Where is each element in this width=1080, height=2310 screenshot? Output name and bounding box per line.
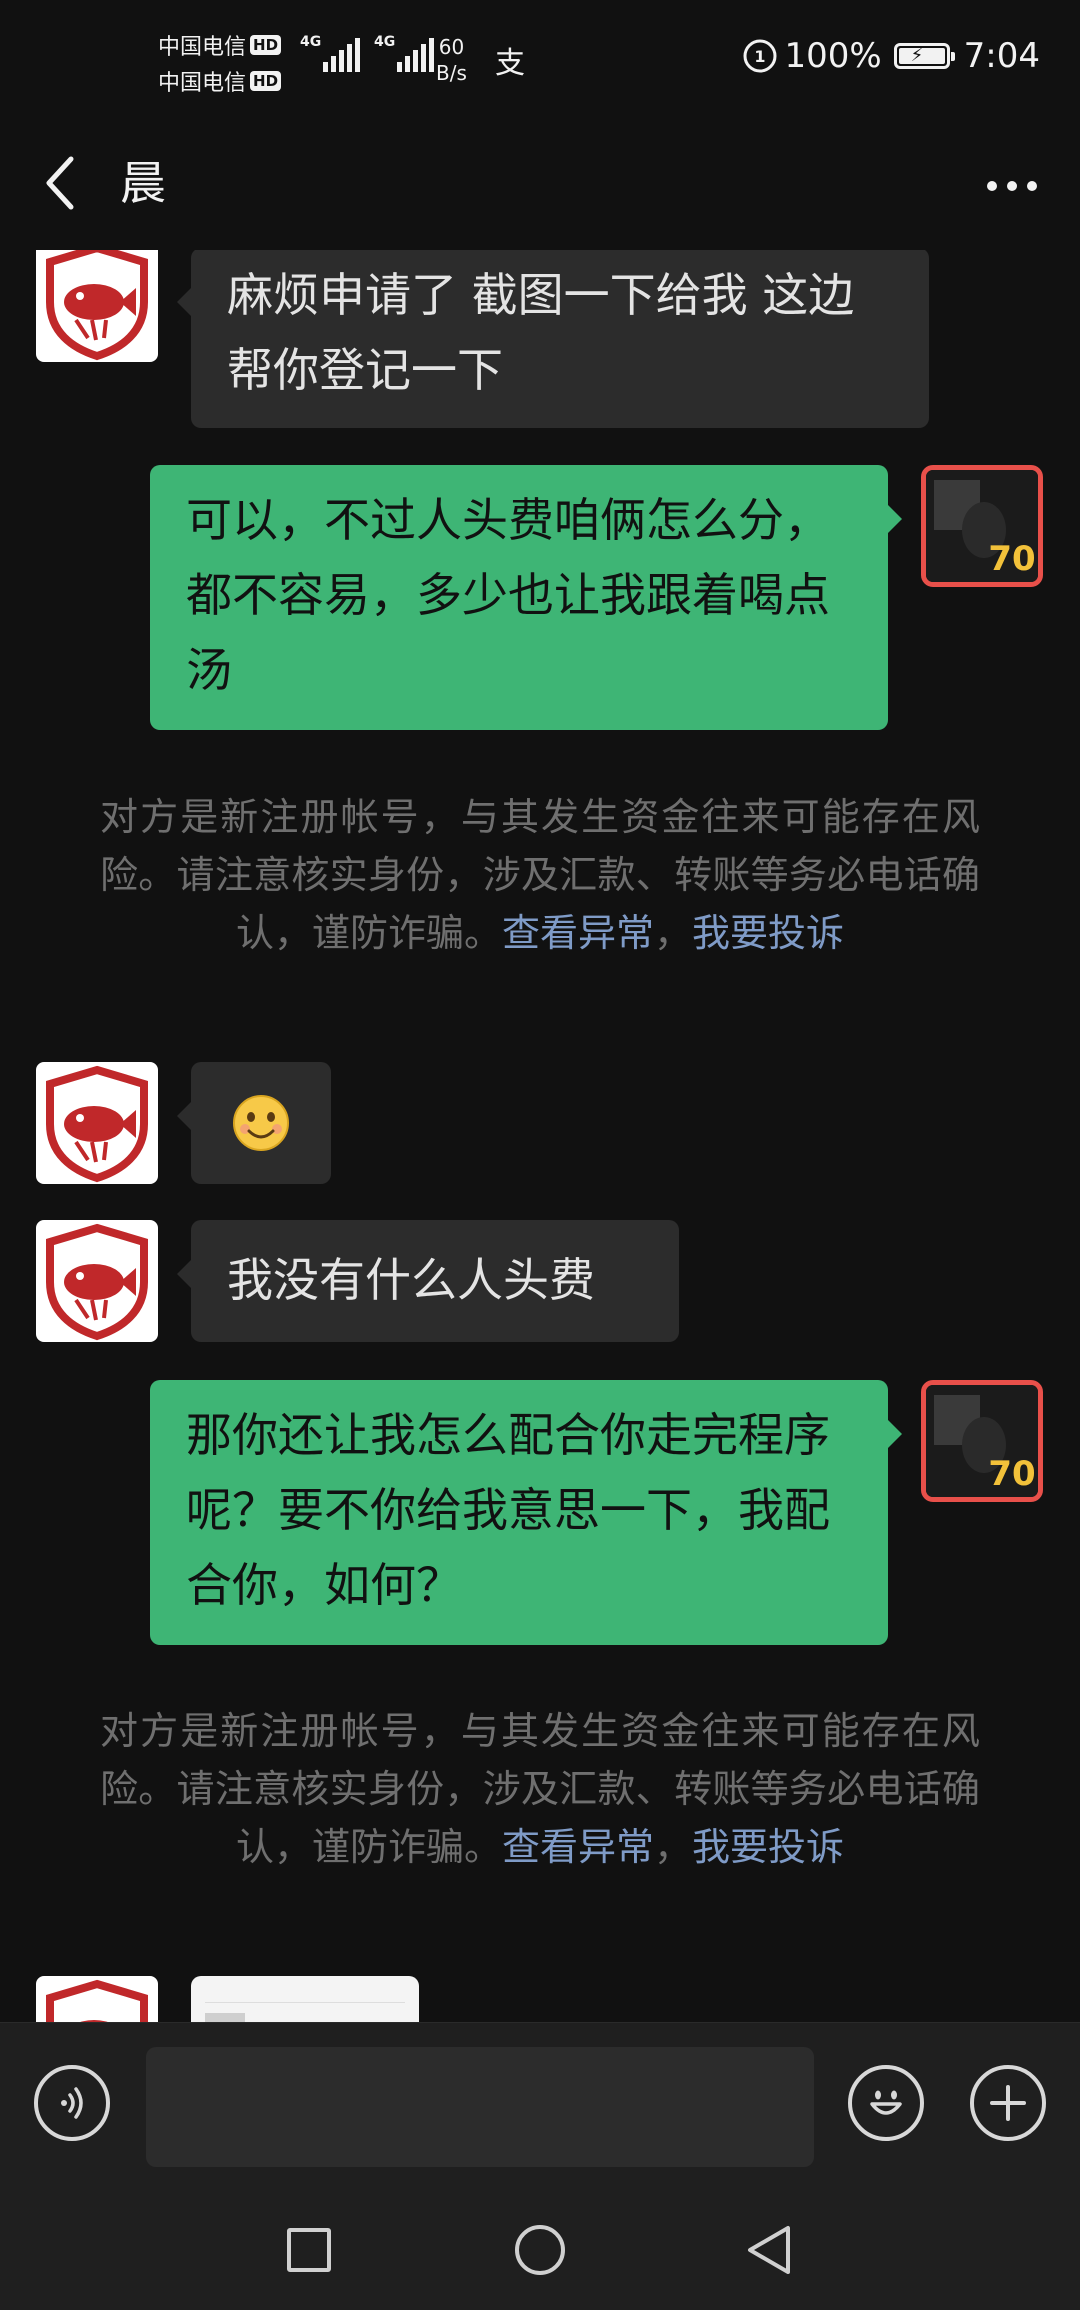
view-abnormal-link[interactable]: 查看异常	[502, 911, 654, 955]
more-button[interactable]	[974, 151, 1050, 221]
message-list[interactable]: 麻烦申请了 截图一下给我 这边帮你登记一下 可以，不过人头费咱俩怎么分，都不容易…	[0, 250, 1080, 2022]
shield-fish-logo	[46, 1065, 148, 1183]
recent-apps-button[interactable]	[287, 2228, 331, 2272]
plus-icon	[990, 2085, 1026, 2121]
message-text: 那你还让我怎么配合你走完程序呢？要不你给我意思一下，我配合你，如何？	[186, 1408, 830, 1612]
network-type-2: 4G	[374, 34, 396, 50]
hd-badge-2: HD	[250, 71, 282, 91]
svg-text:70: 70	[988, 539, 1035, 579]
ellipsis-icon	[987, 181, 997, 191]
message-bubble-outgoing[interactable]: 可以，不过人头费咱俩怎么分，都不容易，多少也让我跟着喝点汤	[150, 465, 902, 730]
report-link[interactable]: 我要投诉	[692, 911, 844, 955]
hd-badge-1: HD	[250, 35, 282, 55]
chat-title: 晨	[120, 156, 166, 210]
alipay-glyph: 支	[495, 46, 525, 81]
shield-fish-logo	[46, 1223, 148, 1341]
contact-avatar[interactable]	[36, 250, 158, 362]
chevron-left-icon	[46, 156, 74, 210]
message-bubble-incoming[interactable]: 我没有什么人头费	[177, 1220, 679, 1342]
my-avatar[interactable]: 70	[921, 465, 1043, 587]
view-abnormal-link[interactable]: 查看异常	[502, 1825, 654, 1869]
carrier-line-2: 中国电信 HD	[158, 64, 282, 98]
message-text: 麻烦申请了 截图一下给我 这边帮你登记一下	[227, 268, 855, 397]
message-input[interactable]	[146, 2047, 814, 2167]
chat-header: 晨	[0, 125, 1080, 250]
battery-percent: 100%	[784, 36, 882, 76]
battery-icon: ⚡	[893, 43, 955, 69]
system-nav-bar	[0, 2198, 1080, 2310]
svg-text:70: 70	[988, 1454, 1035, 1494]
message-bubble-outgoing[interactable]: 那你还让我怎么配合你走完程序呢？要不你给我意思一下，我配合你，如何？	[150, 1380, 902, 1645]
voice-icon	[61, 2087, 83, 2119]
carrier-name-2: 中国电信	[158, 71, 247, 96]
risk-notice: 对方是新注册帐号，与其发生资金往来可能存在风险。请注意核实身份，涉及汇款、转账等…	[100, 788, 980, 962]
contact-avatar[interactable]	[36, 1062, 158, 1184]
alipay-icon: 支	[490, 42, 530, 82]
hd-call-icon: 1	[743, 39, 777, 73]
my-avatar[interactable]: 70	[921, 1380, 1043, 1502]
profile-photo: 70	[926, 470, 1038, 582]
status-right: 1 100% ⚡ 7:04	[742, 36, 1040, 76]
emoji-icon	[870, 2090, 902, 2115]
emoji-message-bubble[interactable]	[177, 1062, 331, 1184]
notice-separator: ，	[654, 1825, 693, 1869]
network-speed-unit: B/s	[436, 61, 467, 85]
contact-avatar[interactable]	[36, 1220, 158, 1342]
profile-photo: 70	[926, 1385, 1038, 1497]
smiling-face-emoji	[233, 1095, 289, 1151]
shield-fish-logo	[46, 250, 148, 361]
signal-group: 4G 4G	[300, 34, 434, 72]
signal-strength-icon: 4G	[374, 34, 434, 72]
carrier-line-1: 中国电信 HD	[158, 28, 282, 62]
carrier-info: 中国电信 HD 中国电信 HD	[158, 28, 282, 100]
message-text: 可以，不过人头费咱俩怎么分，都不容易，多少也让我跟着喝点汤	[186, 493, 830, 697]
charging-icon: ⚡	[910, 45, 924, 66]
voice-button[interactable]	[34, 2065, 110, 2141]
clock: 7:04	[963, 36, 1040, 76]
nav-back-button[interactable]	[744, 2224, 794, 2276]
network-speed: 60 B/s	[436, 34, 467, 86]
emoji-button[interactable]	[848, 2065, 924, 2141]
message-text: 我没有什么人头费	[227, 1253, 595, 1307]
shield-fish-logo	[46, 1979, 148, 2022]
network-speed-value: 60	[438, 35, 465, 59]
network-type-1: 4G	[300, 34, 322, 50]
back-button[interactable]	[28, 145, 92, 221]
message-bubble-incoming[interactable]: 麻烦申请了 截图一下给我 这边帮你登记一下	[177, 250, 929, 428]
carrier-name-1: 中国电信	[158, 35, 247, 60]
home-button[interactable]	[515, 2225, 565, 2275]
input-bar	[0, 2022, 1080, 2199]
report-link[interactable]: 我要投诉	[692, 1825, 844, 1869]
risk-notice: 对方是新注册帐号，与其发生资金往来可能存在风险。请注意核实身份，涉及汇款、转账等…	[100, 1702, 980, 1876]
status-bar: 中国电信 HD 中国电信 HD 4G 4G 60 B/s 支 1 100% ⚡ …	[0, 0, 1080, 125]
signal-strength-icon: 4G	[300, 34, 360, 72]
notice-separator: ，	[654, 911, 693, 955]
svg-text:1: 1	[755, 47, 766, 66]
contact-avatar[interactable]	[36, 1976, 158, 2022]
image-message-thumbnail[interactable]	[191, 1976, 419, 2022]
plus-button[interactable]	[970, 2065, 1046, 2141]
